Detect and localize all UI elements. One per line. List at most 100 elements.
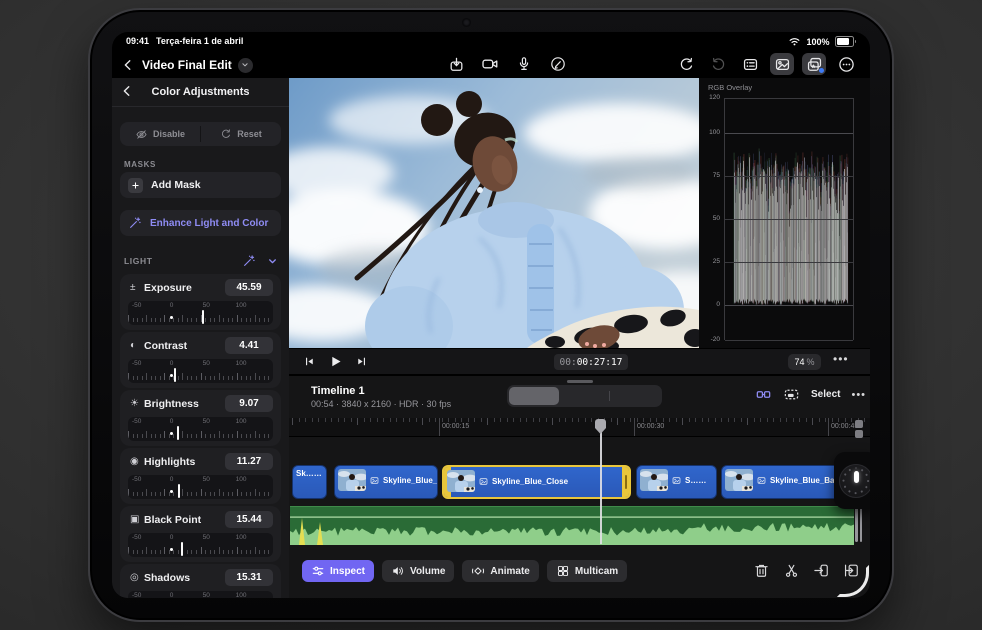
slider-track[interactable]: -50 0 50 100: [128, 417, 273, 441]
slider-cursor[interactable]: [181, 542, 184, 556]
timeline-title: Timeline 1: [311, 385, 365, 397]
edit-mode-control: [507, 385, 662, 407]
more-button[interactable]: [834, 53, 858, 75]
effects-button[interactable]: [802, 53, 826, 75]
slider-value-field[interactable]: 11.27: [225, 453, 273, 470]
effects-badge: [819, 68, 824, 73]
slider-value-field[interactable]: 45.59: [225, 279, 273, 296]
timeline-scroll-handle[interactable]: [855, 420, 863, 428]
next-frame-button[interactable]: [355, 355, 368, 368]
mode-option[interactable]: [559, 387, 609, 405]
select-button[interactable]: Select: [811, 389, 840, 400]
battery-icon: [834, 36, 854, 47]
enhance-light-color-button[interactable]: Enhance Light and Color: [120, 210, 281, 236]
scope-plot: [724, 98, 854, 341]
playhead-line[interactable]: [600, 420, 602, 544]
slider-card: ± Exposure 45.59 -50 0 50 100: [120, 274, 281, 330]
slider-name: Highlights: [144, 455, 196, 468]
play-button[interactable]: [328, 354, 343, 369]
timeline-scrollbar[interactable]: [855, 506, 858, 542]
tool-button[interactable]: Multicam: [546, 560, 628, 582]
masks-section-label: MASKS: [124, 160, 156, 169]
timeline-ruler[interactable]: 00:00:15 00:00:30 00:00:45: [289, 418, 870, 437]
connect-clip-button[interactable]: [755, 386, 772, 403]
audio-track[interactable]: [290, 506, 854, 545]
light-collapse-button[interactable]: [266, 255, 279, 268]
slider-scale-labels: -50 0 50 100: [131, 418, 247, 425]
timeline-clip[interactable]: Skyline_Blue_Wide: [334, 465, 438, 499]
timeline-scroll-handle[interactable]: [855, 430, 863, 438]
slider-track[interactable]: -50 0 50 100: [128, 359, 273, 383]
slider-ticks: [128, 369, 273, 381]
slider-value-field[interactable]: 4.41: [225, 337, 273, 354]
slider-cursor[interactable]: [176, 426, 179, 440]
tool-button[interactable]: Animate: [462, 560, 539, 582]
timeline-clip[interactable]: Sk……: [292, 465, 327, 499]
split-clip-button[interactable]: [783, 562, 800, 579]
viewer-more-button[interactable]: •••: [833, 352, 849, 366]
back-button[interactable]: [120, 54, 136, 76]
light-sliders: ± Exposure 45.59 -50 0 50 100 ◐ Contrast…: [120, 274, 281, 598]
undo-button[interactable]: [674, 53, 698, 75]
annotate-button[interactable]: [546, 53, 570, 75]
tool-button[interactable]: Inspect: [302, 560, 375, 582]
jog-dial-face[interactable]: [839, 463, 870, 498]
trim-handle-right[interactable]: [622, 467, 629, 497]
timeline-clip[interactable]: S……: [636, 465, 717, 499]
redo-icon: [710, 56, 727, 73]
insert-clip-button[interactable]: [813, 562, 830, 579]
slider-zero-dot: [170, 432, 173, 435]
redo-button[interactable]: [706, 53, 730, 75]
project-menu-button[interactable]: [237, 57, 253, 73]
slider-track[interactable]: -50 0 50 100: [128, 301, 273, 325]
add-mask-button[interactable]: Add Mask: [120, 172, 281, 198]
panel-title: Color Adjustments: [151, 86, 250, 98]
record-video-button[interactable]: [478, 53, 502, 75]
slider-cursor[interactable]: [173, 368, 176, 382]
timeline-clip[interactable]: Skyline_Blue_Close: [442, 465, 631, 499]
slider-track[interactable]: -50 0 50 100: [128, 475, 273, 499]
plus-icon: [128, 177, 143, 193]
clip-thumbnail: [640, 469, 668, 491]
timeline-info: 00:54 · 3840 x 2160 · HDR · 30 fps: [311, 399, 452, 409]
slider-value-field[interactable]: 15.44: [225, 511, 273, 528]
disable-button[interactable]: Disable: [120, 122, 200, 146]
jog-dial[interactable]: [834, 452, 870, 509]
eye-off-icon: [135, 128, 148, 141]
timeline-tracks: Sk…… Skyline_Blue_Wide: [289, 436, 870, 556]
light-wand-button[interactable]: [242, 254, 256, 268]
tool-button[interactable]: Volume: [382, 560, 455, 582]
mode-option[interactable]: [610, 387, 660, 405]
overwrite-clip-button[interactable]: [843, 562, 860, 579]
timeline-resize-handle[interactable]: [566, 380, 593, 383]
status-bar: 09:41 Terça-feira 1 de abril 100%: [112, 32, 870, 50]
record-audio-button[interactable]: [512, 53, 536, 75]
audio-waveform: [290, 516, 854, 545]
slider-cursor[interactable]: [202, 310, 205, 324]
slider-track[interactable]: -50 0 50 100: [128, 591, 273, 598]
slider-value-field[interactable]: 9.07: [225, 395, 273, 412]
slider-icon: ▣: [130, 514, 140, 525]
timeline-more-button[interactable]: •••: [851, 389, 866, 401]
overwrite-tool-button[interactable]: [783, 386, 800, 403]
video-viewer[interactable]: [289, 78, 699, 348]
slider-track[interactable]: -50 0 50 100: [128, 533, 273, 557]
tool-icon: [556, 564, 570, 578]
browser-button[interactable]: [738, 53, 762, 75]
slider-zero-dot: [170, 490, 173, 493]
tool-icon: [311, 564, 325, 578]
browser-icon: [742, 56, 759, 73]
wifi-icon: [788, 35, 801, 48]
viewer-zoom-button[interactable]: 74%: [788, 354, 821, 370]
mode-option[interactable]: [509, 387, 559, 405]
slider-card: ◉ Highlights 11.27 -50 0 50 100: [120, 448, 281, 504]
media-button[interactable]: [770, 53, 794, 75]
export-button[interactable]: [444, 53, 468, 75]
timecode-display[interactable]: 00: 00: 27: 17: [554, 354, 628, 370]
slider-value-field[interactable]: 15.31: [225, 569, 273, 586]
delete-clip-button[interactable]: [753, 562, 770, 579]
media-icon: [774, 56, 791, 73]
timeline-scrollbar[interactable]: [859, 506, 862, 542]
reset-button[interactable]: Reset: [201, 122, 281, 146]
previous-frame-button[interactable]: [303, 355, 316, 368]
